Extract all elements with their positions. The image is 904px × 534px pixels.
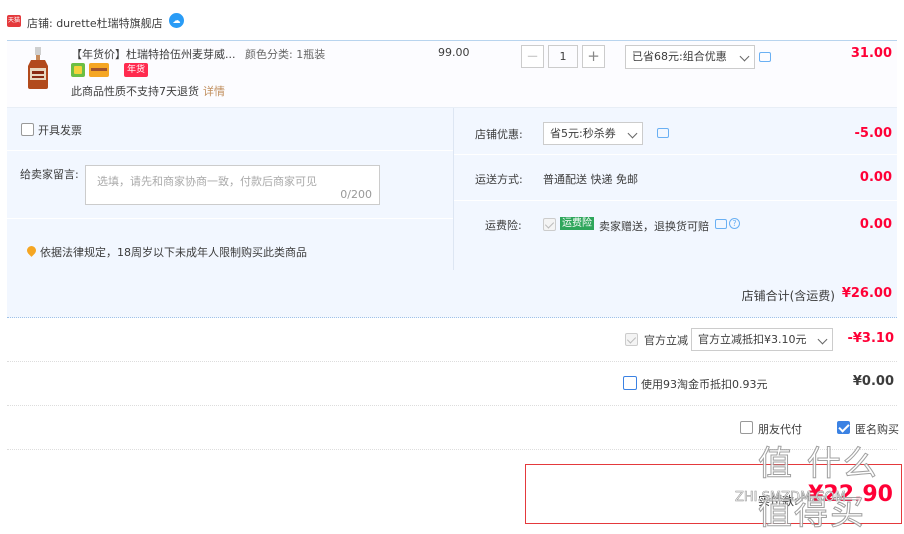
official-discount-select-value: 官方立减抵扣¥3.10元 <box>698 333 807 346</box>
divider <box>454 200 897 201</box>
order-options-left: 开具发票 给卖家留言: 选填，请先和商家协商一致，付款后商家可见 0/200 依… <box>7 108 453 270</box>
tmall-logo: 天猫 <box>7 15 21 27</box>
details-link[interactable]: 详情 <box>203 85 225 98</box>
shop-subtotal-value: ¥26.00 <box>841 286 892 301</box>
product-sku: 颜色分类: 1瓶装 <box>245 48 326 61</box>
comment-icon[interactable] <box>715 219 727 229</box>
product-image[interactable] <box>22 46 54 90</box>
taobao-coin-label: 使用93淘金币抵扣0.93元 <box>641 378 768 391</box>
unit-price: 99.00 <box>438 46 470 59</box>
divider <box>453 108 454 270</box>
actual-payment-box: 实付款: ¥22.90 <box>525 464 902 524</box>
taobao-coin-checkbox[interactable] <box>623 376 637 390</box>
shop-header: 天猫 店铺: durette杜瑞特旗舰店 ☁ <box>0 0 904 40</box>
shop-subtotal-row: 店铺合计(含运费) ¥26.00 <box>7 270 897 318</box>
quantity-increase-button[interactable]: + <box>582 45 605 68</box>
invoice-label: 开具发票 <box>38 124 82 137</box>
quantity-decrease-button[interactable]: − <box>521 45 544 68</box>
insurance-label: 运费险: <box>485 219 522 232</box>
promotion-select-value: 已省68元:组合优惠 <box>632 50 727 63</box>
actual-payment-label: 实付款: <box>758 494 799 508</box>
chevron-down-icon <box>817 334 828 345</box>
official-discount-label: 官方立减 <box>644 334 688 347</box>
official-discount-select[interactable]: 官方立减抵扣¥3.10元 <box>691 328 833 351</box>
divider <box>7 449 897 450</box>
friend-pay-label: 朋友代付 <box>758 423 802 436</box>
comment-icon[interactable] <box>657 128 669 138</box>
taobao-coin-amount: ¥0.00 <box>852 374 894 389</box>
item-total-price: 31.00 <box>850 46 892 61</box>
service-badge-icon <box>71 63 85 77</box>
new-year-badge: 年货 <box>124 63 148 77</box>
anonymous-purchase-checkbox[interactable] <box>837 421 850 434</box>
shop-name-link[interactable]: 店铺: durette杜瑞特旗舰店 <box>27 15 163 31</box>
divider <box>454 154 897 155</box>
insurance-amount: 0.00 <box>859 217 892 232</box>
comment-icon[interactable] <box>759 52 771 62</box>
chevron-down-icon <box>627 128 638 139</box>
product-title-link[interactable]: 【年货价】杜瑞特拾伍州麦芽威... 颜色分类: 1瓶装 <box>71 46 325 62</box>
message-placeholder: 选填，请先和商家协商一致，付款后商家可见 <box>97 175 317 188</box>
anonymous-purchase-label: 匿名购买 <box>855 423 899 436</box>
message-label: 给卖家留言: <box>20 168 79 181</box>
cart-item: 【年货价】杜瑞特拾伍州麦芽威... 颜色分类: 1瓶装 年货 此商品性质不支持7… <box>7 40 897 108</box>
shipping-method: 普通配送 快递 免邮 <box>543 173 638 186</box>
insurance-tag: 运费险 <box>560 217 594 230</box>
location-warning-icon <box>25 244 38 257</box>
shop-coupon-label: 店铺优惠: <box>475 128 523 141</box>
return-policy-note: 此商品性质不支持7天退货 详情 <box>71 83 225 99</box>
insurance-checkbox <box>543 218 556 231</box>
shipping-label: 运送方式: <box>475 173 523 186</box>
help-icon[interactable]: ? <box>729 218 740 229</box>
shop-coupon-amount: -5.00 <box>854 126 892 141</box>
divider <box>7 150 453 151</box>
official-discount-checkbox <box>625 333 638 346</box>
shop-subtotal-label: 店铺合计(含运费) <box>741 289 835 303</box>
divider <box>7 405 897 406</box>
card-badge-icon <box>89 63 109 77</box>
shipping-amount: 0.00 <box>859 170 892 185</box>
friend-pay-checkbox[interactable] <box>740 421 753 434</box>
legal-notice: 依据法律规定，18周岁以下未成年人限制购买此类商品 <box>40 246 307 259</box>
actual-payment-value: ¥22.90 <box>808 482 893 507</box>
order-options-panel: 开具发票 给卖家留言: 选填，请先和商家协商一致，付款后商家可见 0/200 依… <box>7 108 897 270</box>
wangwang-chat-icon[interactable]: ☁ <box>169 13 184 28</box>
divider <box>7 218 453 219</box>
quantity-input[interactable]: 1 <box>548 45 578 68</box>
divider <box>7 361 897 362</box>
seller-message-input[interactable]: 选填，请先和商家协商一致，付款后商家可见 0/200 <box>85 165 380 205</box>
message-char-count: 0/200 <box>340 188 372 201</box>
promotion-select[interactable]: 已省68元:组合优惠 <box>625 45 755 69</box>
return-policy-text: 此商品性质不支持7天退货 <box>71 85 199 98</box>
chevron-down-icon <box>739 51 750 62</box>
official-discount-amount: -¥3.10 <box>847 331 894 346</box>
insurance-text: 卖家赠送，退换货可赔 <box>599 220 709 233</box>
shop-coupon-select-value: 省5元:秒杀券 <box>550 127 616 140</box>
shop-coupon-select[interactable]: 省5元:秒杀券 <box>543 122 643 145</box>
invoice-checkbox[interactable] <box>21 123 34 136</box>
product-title[interactable]: 【年货价】杜瑞特拾伍州麦芽威... <box>71 48 236 61</box>
